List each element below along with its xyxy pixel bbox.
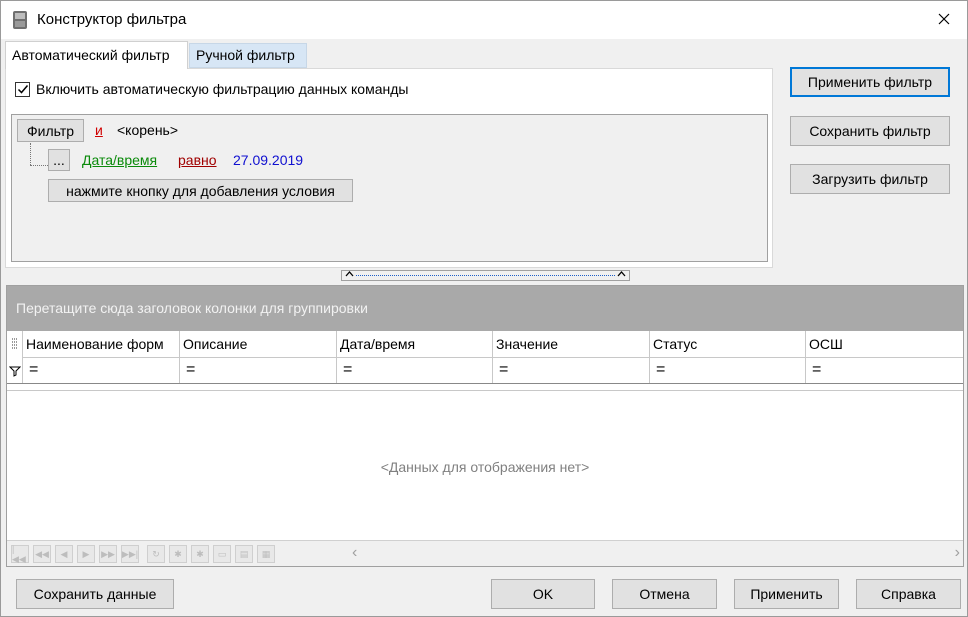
filter-cell[interactable]: = — [806, 357, 963, 383]
apply-button[interactable]: Применить — [734, 579, 839, 609]
scroll-left-icon[interactable]: ‹ — [352, 544, 357, 562]
tab-manual-filter[interactable]: Ручной фильтр — [189, 43, 307, 68]
apply-filter-button[interactable]: Применить фильтр — [790, 67, 950, 97]
group-by-panel[interactable]: Перетащите сюда заголовок колонки для гр… — [7, 286, 963, 331]
column-header-value[interactable]: Значение = — [493, 331, 650, 383]
filter-cell[interactable]: = — [650, 357, 805, 383]
filter-button[interactable]: Фильтр — [17, 119, 84, 142]
chevron-up-icon — [345, 269, 354, 281]
empty-grid-message: <Данных для отображения нет> — [380, 459, 590, 475]
close-button[interactable] — [921, 1, 967, 39]
column-header-datetime[interactable]: Дата/время = — [337, 331, 493, 383]
condition-value[interactable]: 27.09.2019 — [233, 152, 303, 168]
prev-record-icon[interactable]: ◀ — [55, 545, 73, 563]
column-title: Статус — [653, 336, 698, 352]
filter-cell[interactable]: = — [493, 357, 649, 383]
app-icon — [11, 10, 29, 30]
next-page-icon[interactable]: ▶▶ — [99, 545, 117, 563]
auto-filter-toggle[interactable]: Включить автоматическую фильтрацию данны… — [15, 81, 408, 97]
grid-navigator: |◀◀ ◀◀ ◀ ▶ ▶▶ ▶▶| ↻ ✱ ✱ ▭ ▤ ▦ ‹ › — [7, 540, 963, 566]
auto-filter-label: Включить автоматическую фильтрацию данны… — [36, 81, 409, 97]
window-title: Конструктор фильтра — [37, 11, 187, 28]
scroll-right-icon[interactable]: › — [955, 544, 960, 562]
column-header-snr[interactable]: ОСШ = — [806, 331, 963, 383]
data-grid: Перетащите сюда заголовок колонки для гр… — [6, 285, 964, 567]
splitter-handle[interactable] — [341, 270, 630, 281]
save-data-button[interactable]: Сохранить данные — [16, 579, 174, 609]
ok-button[interactable]: OK — [491, 579, 595, 609]
column-title: Дата/время — [340, 336, 416, 352]
insert-icon[interactable]: ✱ — [191, 545, 209, 563]
column-title: Значение — [496, 336, 559, 352]
last-page-icon[interactable]: ▶▶| — [121, 545, 139, 563]
filter-tree: Фильтр и <корень> ... Дата/время равно 2… — [11, 114, 768, 262]
cancel-button[interactable]: Отмена — [612, 579, 717, 609]
filter-row-icon — [8, 364, 22, 380]
refresh-icon[interactable]: ↻ — [147, 545, 165, 563]
checkmark-icon — [17, 85, 28, 94]
condition-operator-link[interactable]: равно — [178, 152, 217, 168]
condition-menu-button[interactable]: ... — [48, 149, 70, 171]
tree-connector — [30, 143, 31, 165]
tree-connector — [30, 165, 48, 166]
tab-auto-filter[interactable]: Автоматический фильтр — [5, 41, 188, 69]
column-header-status[interactable]: Статус = — [650, 331, 806, 383]
splitter-grip — [356, 275, 615, 276]
prev-page-icon[interactable]: ◀◀ — [33, 545, 51, 563]
close-icon — [938, 12, 950, 28]
filter-cell[interactable]: = — [23, 357, 179, 383]
delete-icon[interactable]: ▭ — [213, 545, 231, 563]
next-record-icon[interactable]: ▶ — [77, 545, 95, 563]
add-condition-button[interactable]: нажмите кнопку для добавления условия — [48, 179, 353, 202]
filter-cell[interactable]: = — [180, 357, 336, 383]
edit-icon[interactable]: ▤ — [235, 545, 253, 563]
load-filter-button[interactable]: Загрузить фильтр — [790, 164, 950, 194]
first-page-icon[interactable]: |◀◀ — [11, 544, 29, 564]
condition-field-link[interactable]: Дата/время — [82, 152, 157, 168]
group-operator-link[interactable]: и — [95, 122, 103, 138]
help-button[interactable]: Справка — [856, 579, 961, 609]
column-header-name[interactable]: Наименование форм = — [23, 331, 180, 383]
chevron-up-icon — [617, 269, 626, 281]
column-chooser-icon[interactable] — [10, 337, 20, 354]
root-node-label: <корень> — [117, 122, 179, 138]
header-separator — [7, 383, 963, 391]
column-title: Описание — [183, 336, 248, 352]
grid-corner[interactable] — [7, 331, 23, 383]
dialog-window: Конструктор фильтра Автоматический фильт… — [0, 0, 968, 617]
column-title: ОСШ — [809, 336, 843, 352]
grid-header: Наименование форм = Описание = Дата/врем… — [7, 331, 963, 383]
column-title: Наименование форм — [26, 336, 164, 352]
append-icon[interactable]: ✱ — [169, 545, 187, 563]
column-header-description[interactable]: Описание = — [180, 331, 337, 383]
filter-cell[interactable]: = — [337, 357, 492, 383]
horizontal-scrollbar[interactable]: ‹ › — [352, 544, 960, 564]
title-bar: Конструктор фильтра — [1, 1, 967, 39]
post-icon[interactable]: ▦ — [257, 545, 275, 563]
save-filter-button[interactable]: Сохранить фильтр — [790, 116, 950, 146]
auto-filter-panel: Включить автоматическую фильтрацию данны… — [5, 68, 773, 268]
auto-filter-checkbox[interactable] — [15, 81, 30, 97]
